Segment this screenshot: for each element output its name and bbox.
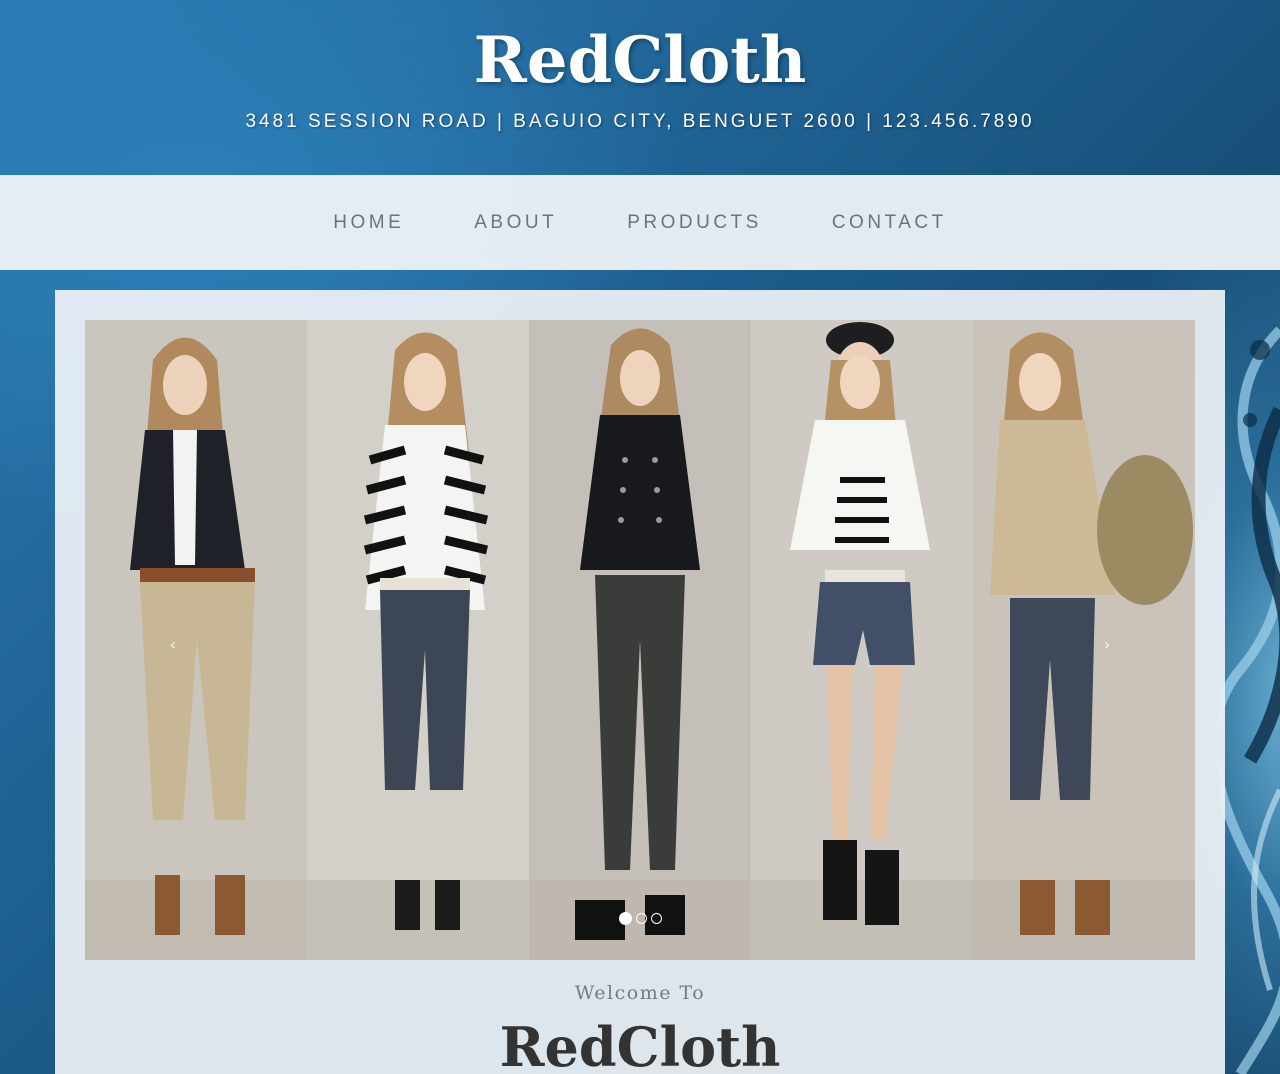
nav-item-contact[interactable]: CONTACT xyxy=(832,212,947,234)
nav-item-about[interactable]: ABOUT xyxy=(474,212,557,234)
carousel-indicator-1[interactable] xyxy=(618,912,632,925)
carousel-indicator-2[interactable] xyxy=(635,913,647,924)
background-swirl-decoration xyxy=(1220,290,1280,1074)
carousel-prev-button[interactable]: ‹ xyxy=(153,630,193,660)
welcome-brand-title: RedCloth xyxy=(499,1015,781,1074)
site-header: RedCloth 3481 SESSION ROAD | BAGUIO CITY… xyxy=(0,0,1280,175)
carousel-next-button[interactable]: › xyxy=(1087,630,1127,660)
carousel-indicator-3[interactable] xyxy=(650,913,662,924)
carousel-slide-image xyxy=(85,320,1195,960)
main-navbar: HOME ABOUT PRODUCTS CONTACT xyxy=(0,175,1280,270)
nav-item-home[interactable]: HOME xyxy=(333,212,404,234)
nav-item-products[interactable]: PRODUCTS xyxy=(627,212,762,234)
carousel-indicators xyxy=(85,912,1195,925)
content-box: ‹ › Welcome To RedCloth xyxy=(55,290,1225,1074)
store-address: 3481 SESSION ROAD | BAGUIO CITY, BENGUET… xyxy=(245,111,1035,132)
site-logo-title[interactable]: RedCloth xyxy=(0,16,1280,106)
welcome-intro: Welcome To xyxy=(574,982,706,1004)
nav-list: HOME ABOUT PRODUCTS CONTACT xyxy=(0,175,1280,270)
image-carousel[interactable]: ‹ › xyxy=(85,320,1195,960)
